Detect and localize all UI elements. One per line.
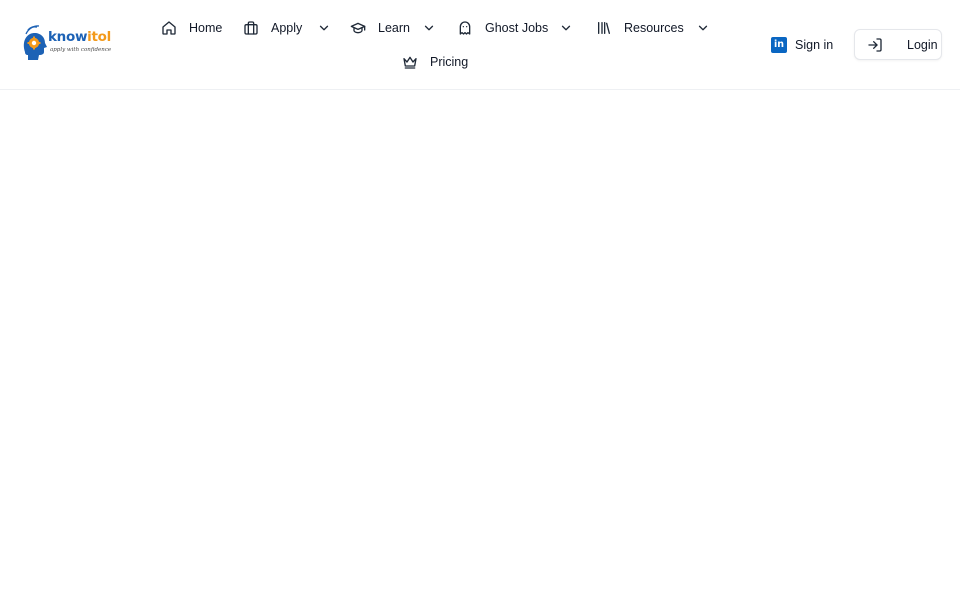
login-label: Login <box>907 37 938 52</box>
nav-label-home: Home <box>189 21 223 35</box>
main-content <box>0 90 960 600</box>
linkedin-signin-button[interactable]: in Sign in <box>771 35 833 55</box>
library-icon <box>596 20 612 36</box>
chevron-down-icon <box>422 21 436 35</box>
linkedin-icon: in <box>771 37 787 53</box>
graduation-cap-icon <box>350 20 366 36</box>
nav-label-learn: Learn <box>378 21 410 35</box>
nav-label-pricing: Pricing <box>430 55 469 69</box>
nav-label-apply: Apply <box>271 21 303 35</box>
brand-logo[interactable]: knowitol apply with confidence <box>22 22 111 62</box>
briefcase-icon <box>243 20 259 36</box>
chevron-down-icon <box>317 21 331 35</box>
signin-label: Sign in <box>795 38 834 52</box>
nav-item-pricing[interactable]: Pricing <box>402 50 468 74</box>
nav-item-resources[interactable]: Resources <box>596 16 710 40</box>
crown-icon <box>402 54 418 70</box>
top-navbar: knowitol apply with confidence Home Appl… <box>0 0 960 90</box>
nav-item-home[interactable]: Home <box>161 16 222 40</box>
ghost-icon <box>457 20 473 36</box>
nav-item-ghost-jobs[interactable]: Ghost Jobs <box>457 16 573 40</box>
nav-label-resources: Resources <box>624 21 684 35</box>
brand-tagline: apply with confidence <box>50 47 112 53</box>
chevron-down-icon <box>696 21 710 35</box>
nav-item-learn[interactable]: Learn <box>350 16 436 40</box>
head-gear-logo-icon <box>23 25 47 60</box>
log-in-icon <box>867 37 883 53</box>
brand-wordmark: knowitol <box>48 29 111 45</box>
nav-item-apply[interactable]: Apply <box>243 16 331 40</box>
login-button[interactable]: Login <box>854 29 942 60</box>
nav-label-ghost-jobs: Ghost Jobs <box>485 21 549 35</box>
chevron-down-icon <box>559 21 573 35</box>
home-icon <box>161 20 177 36</box>
